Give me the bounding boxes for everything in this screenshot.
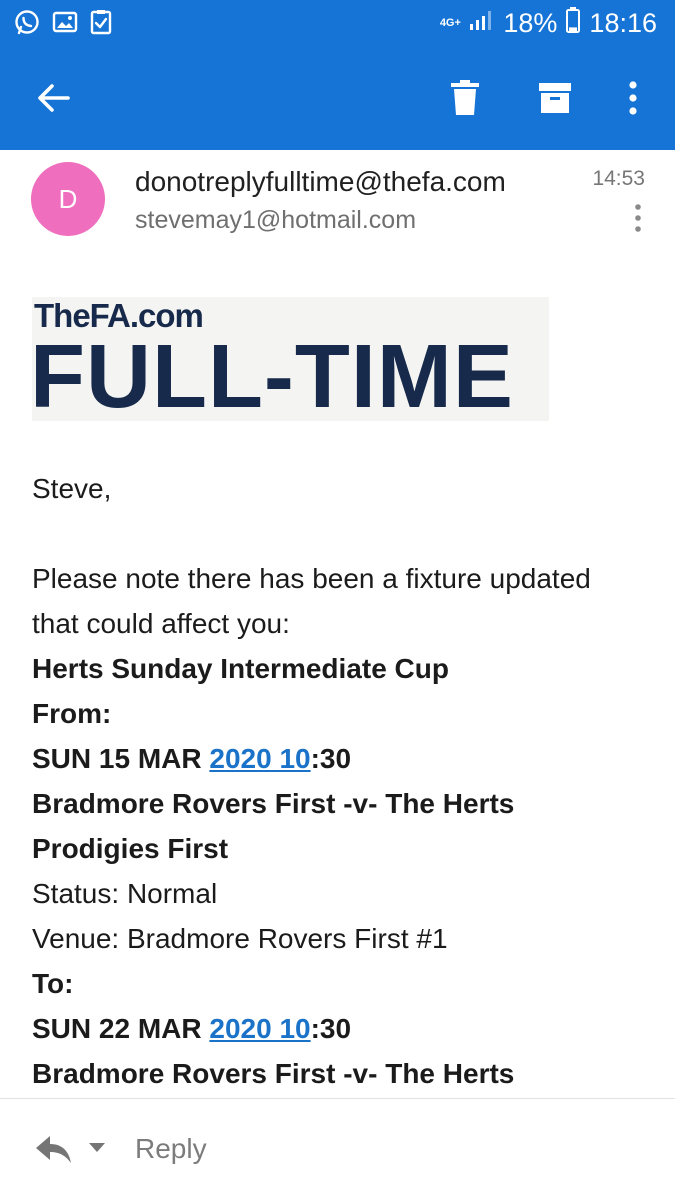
app-bar	[0, 46, 675, 150]
status-time: 18:16	[589, 7, 657, 38]
to-datetime: SUN 22 MAR 2020 10:30	[32, 1006, 642, 1051]
delete-button[interactable]	[443, 76, 487, 120]
status-bar: 4G+ 18% 18:16	[0, 0, 675, 46]
fa-fulltime-logo: TheFA.com FULL-TIME	[30, 297, 549, 427]
greeting: Steve,	[32, 473, 112, 504]
status-right: 4G+ 18% 18:16	[439, 6, 657, 40]
email-body: Steve, Please note there has been a fixt…	[32, 466, 642, 1096]
chevron-down-icon[interactable]	[86, 1139, 108, 1157]
from-label: From:	[32, 698, 112, 729]
signal-icon	[469, 8, 495, 39]
message-options-button[interactable]	[626, 202, 650, 234]
from-date-prefix: SUN 15 MAR	[32, 743, 210, 774]
image-icon	[52, 10, 78, 39]
logo-fulltime-text: FULL-TIME	[30, 327, 514, 427]
overflow-menu-button[interactable]	[611, 76, 655, 120]
to-date-link[interactable]: 2020 10	[209, 1013, 310, 1044]
to-date-suffix: :30	[310, 1013, 352, 1044]
from-venue: Venue: Bradmore Rovers First #1	[32, 923, 448, 954]
intro-line-1: Please note there has been a fixture upd…	[32, 563, 591, 594]
from-date-link[interactable]: 2020 10	[209, 743, 310, 774]
intro-line-2: that could affect you:	[32, 608, 290, 639]
vertical-dots-icon	[635, 204, 641, 232]
network-type: 4G+	[439, 16, 461, 29]
to-label: To:	[32, 968, 74, 999]
from-datetime: SUN 15 MAR 2020 10:30	[32, 736, 642, 781]
reply-button[interactable]: Reply	[135, 1133, 207, 1165]
email-screen: 4G+ 18% 18:16 D donotreplyfulltime@thefa…	[0, 0, 675, 1200]
from-date-suffix: :30	[310, 743, 352, 774]
from-match-line-1: Bradmore Rovers First -v- The Herts	[32, 788, 515, 819]
back-button[interactable]	[31, 76, 75, 120]
notification-icons	[14, 9, 112, 40]
whatsapp-icon	[14, 9, 40, 40]
delete-icon	[451, 80, 479, 115]
back-arrow-icon	[38, 84, 70, 112]
competition-name: Herts Sunday Intermediate Cup	[32, 653, 449, 684]
received-time: 14:53	[592, 167, 645, 190]
clipboard-check-icon	[90, 9, 112, 40]
battery-percent: 18%	[503, 7, 558, 38]
reply-icon[interactable]	[34, 1133, 74, 1165]
recipient-address: stevemay1@hotmail.com	[135, 206, 417, 234]
to-match-line-1: Bradmore Rovers First -v- The Herts	[32, 1058, 515, 1089]
reply-bar: Reply	[0, 1098, 675, 1200]
sender-avatar[interactable]: D	[31, 162, 105, 236]
archive-button[interactable]	[533, 76, 577, 120]
from-status: Status: Normal	[32, 878, 218, 909]
sender-address: donotreplyfulltime@thefa.com	[135, 166, 506, 197]
overflow-menu-icon	[629, 81, 637, 115]
to-date-prefix: SUN 22 MAR	[32, 1013, 210, 1044]
archive-icon	[539, 83, 571, 113]
battery-icon	[565, 6, 581, 41]
from-match-line-2: Prodigies First	[32, 833, 229, 864]
